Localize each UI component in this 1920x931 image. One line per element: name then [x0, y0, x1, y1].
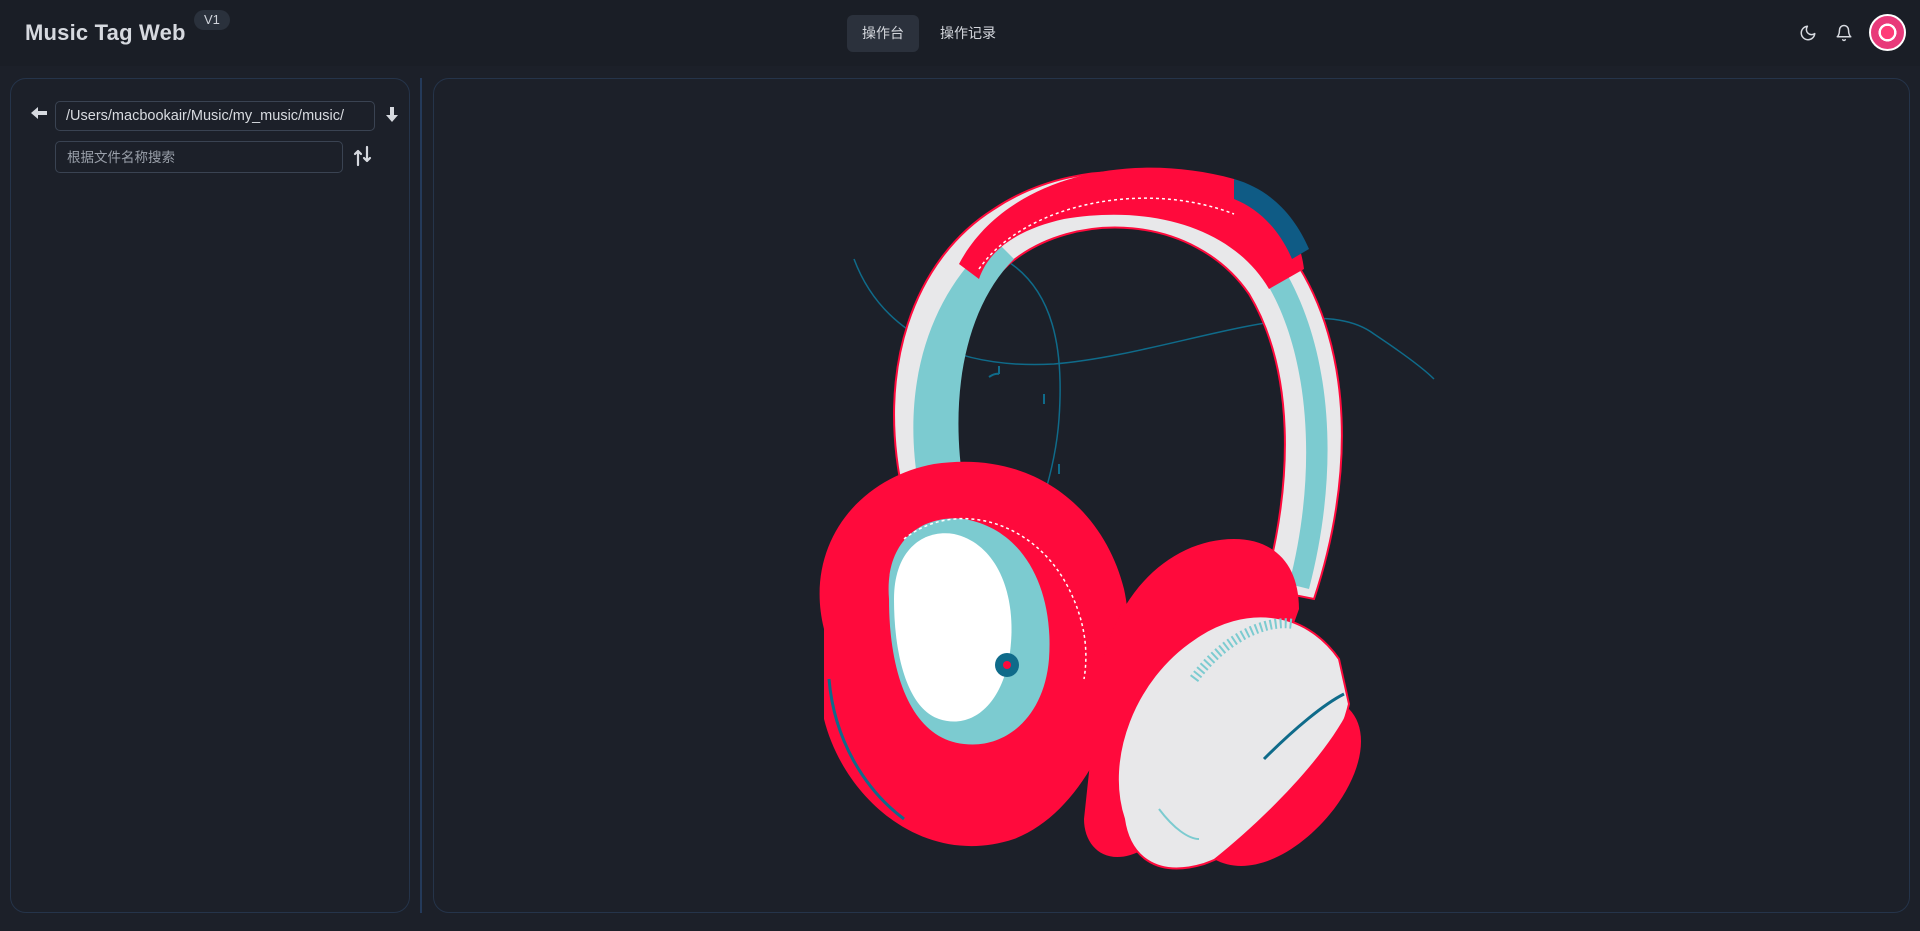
file-sidebar: [10, 78, 410, 913]
arrow-left-icon[interactable]: [29, 103, 49, 123]
headphones-illustration: [819, 167, 1435, 870]
top-header: Music Tag Web V1 操作台 操作记录: [0, 0, 1920, 66]
panel-divider[interactable]: [420, 78, 422, 913]
sort-icon[interactable]: [353, 145, 373, 167]
moon-icon[interactable]: [1797, 22, 1819, 44]
version-badge: V1: [194, 10, 230, 30]
main-panel: [433, 78, 1910, 913]
arrow-down-icon[interactable]: [383, 105, 401, 125]
avatar[interactable]: [1869, 14, 1906, 51]
top-nav: 操作台 操作记录: [847, 15, 1011, 52]
search-input[interactable]: [55, 141, 343, 173]
app-title: Music Tag Web: [25, 20, 186, 45]
header-actions: [1797, 14, 1906, 51]
tab-history[interactable]: 操作记录: [925, 15, 1011, 52]
path-input[interactable]: [55, 101, 375, 131]
bell-icon[interactable]: [1833, 22, 1855, 44]
tab-console[interactable]: 操作台: [847, 15, 919, 52]
